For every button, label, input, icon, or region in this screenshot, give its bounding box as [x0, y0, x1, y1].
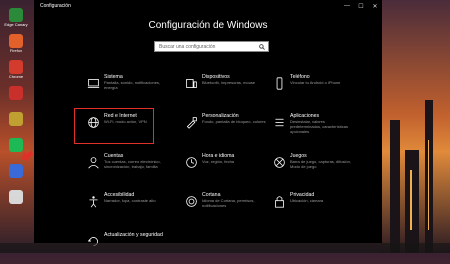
settings-tile-apps[interactable]: Aplicaciones Desinstalar, valores predete… [267, 113, 357, 145]
tile-text: Aplicaciones Desinstalar, valores predete… [290, 113, 357, 145]
taskbar [0, 243, 450, 253]
desktop-icon[interactable]: Chrome [4, 60, 28, 79]
apps-icon [275, 118, 284, 127]
lock-icon [275, 196, 284, 208]
desktop-icon[interactable] [4, 86, 28, 100]
tile-description: Desinstalar, valores predeterminados, ca… [290, 119, 349, 134]
desktop-icon[interactable] [4, 190, 28, 204]
tile-text: Dispositivos Bluetooth, impresoras, mouse [202, 74, 269, 106]
settings-tile-brush[interactable]: Personalización Fondo, pantalla de bloque… [179, 113, 269, 145]
app-icon [9, 8, 23, 22]
settings-tile-devices[interactable]: Dispositivos Bluetooth, impresoras, mouse [179, 74, 269, 106]
settings-tile-laptop[interactable]: Sistema Pantalla, sonido, notificaciones,… [81, 74, 171, 106]
desktop-icon[interactable]: Firefox [4, 34, 28, 53]
desktop-icons: Edge Canary Firefox Chrome [0, 0, 34, 253]
globe-icon [88, 117, 99, 128]
tile-description: Pantalla, sonido, notificaciones, energí… [104, 80, 161, 90]
tile-description: Ubicación, cámara [290, 198, 324, 203]
red-arrow-icon [21, 150, 34, 161]
desktop-icon[interactable]: Edge Canary [4, 8, 28, 27]
tile-text: Sistema Pantalla, sonido, notificaciones,… [104, 74, 171, 106]
laptop-icon [87, 79, 100, 88]
title-bar: Configuración — ☐ ✕ [34, 0, 382, 12]
settings-tile-phone[interactable]: Teléfono Vincular tu Android o iPhone [267, 74, 357, 106]
settings-tile-clock[interactable]: Hora e idioma Voz, región, fecha [179, 153, 269, 185]
maximize-button[interactable]: ☐ [354, 0, 368, 12]
brush-icon [186, 117, 197, 129]
app-icon [9, 60, 23, 74]
tile-description: Fondo, pantalla de bloqueo, colores [202, 119, 266, 124]
app-icon [9, 190, 23, 204]
app-icon [9, 112, 23, 126]
search-placeholder: Buscar una configuración [159, 43, 216, 50]
page-title: Configuración de Windows [148, 20, 268, 31]
desktop-icon-label: Firefox [9, 48, 23, 53]
tile-text: Cuentas Tus cuentas, correo electrónico, … [104, 153, 171, 185]
settings-tile-accessibility[interactable]: Accesibilidad Narrador, lupa, contraste a… [81, 192, 171, 224]
tile-name: Actualización y seguridad [104, 232, 163, 238]
app-icon [9, 86, 23, 100]
tile-description: Tus cuentas, correo electrónico, sincron… [104, 159, 161, 169]
settings-tile-lock[interactable]: Privacidad Ubicación, cámara [267, 192, 357, 224]
window-title: Configuración [40, 3, 71, 9]
tile-description: Wi-Fi, modo avión, VPN [104, 119, 147, 124]
settings-window: Configuración — ☐ ✕ Configuración de Win… [34, 0, 382, 246]
tile-text: Teléfono Vincular tu Android o iPhone [290, 74, 357, 106]
settings-tile-globe[interactable]: Red e Internet Wi-Fi, modo avión, VPN [81, 113, 171, 145]
person-icon [88, 157, 99, 169]
tile-description: Voz, región, fecha [202, 159, 235, 164]
search-icon [259, 43, 265, 50]
desktop-icon[interactable] [4, 164, 28, 178]
devices-icon [186, 79, 197, 88]
tile-text: Accesibilidad Narrador, lupa, contraste a… [104, 192, 171, 224]
tile-description: Bluetooth, impresoras, mouse [202, 80, 256, 85]
desktop-icon-label: Chrome [8, 74, 24, 79]
clock-icon [186, 157, 197, 168]
search-input[interactable]: Buscar una configuración [154, 41, 269, 52]
settings-tile-xbox[interactable]: Juegos Barra de juego, capturas, difusión… [267, 153, 357, 185]
tile-description: Barra de juego, capturas, difusión, Modo… [290, 159, 351, 169]
tile-text: Privacidad Ubicación, cámara [290, 192, 357, 224]
cortana-icon [186, 196, 197, 207]
accessibility-icon [89, 196, 98, 208]
desktop-icon[interactable] [4, 112, 28, 126]
tile-description: Narrador, lupa, contraste alto [104, 198, 156, 203]
wallpaper-cityscape [380, 0, 450, 253]
phone-icon [276, 77, 283, 90]
desktop-icon-label: Edge Canary [4, 22, 28, 27]
xbox-icon [274, 157, 285, 168]
app-icon [9, 34, 23, 48]
tile-text: Personalización Fondo, pantalla de bloque… [202, 113, 269, 145]
close-button[interactable]: ✕ [368, 0, 382, 12]
app-icon [9, 164, 23, 178]
tile-description: Idioma de Cortana, permisos, notificacio… [202, 198, 255, 208]
tile-description: Vincular tu Android o iPhone [290, 80, 341, 85]
tile-text: Hora e idioma Voz, región, fecha [202, 153, 269, 185]
settings-tile-cortana[interactable]: Cortana Idioma de Cortana, permisos, noti… [179, 192, 269, 224]
tile-text: Red e Internet Wi-Fi, modo avión, VPN [104, 113, 171, 145]
settings-tile-person[interactable]: Cuentas Tus cuentas, correo electrónico, … [81, 153, 171, 185]
tile-text: Cortana Idioma de Cortana, permisos, noti… [202, 192, 269, 224]
tile-text: Juegos Barra de juego, capturas, difusión… [290, 153, 357, 185]
minimize-button[interactable]: — [340, 0, 354, 12]
